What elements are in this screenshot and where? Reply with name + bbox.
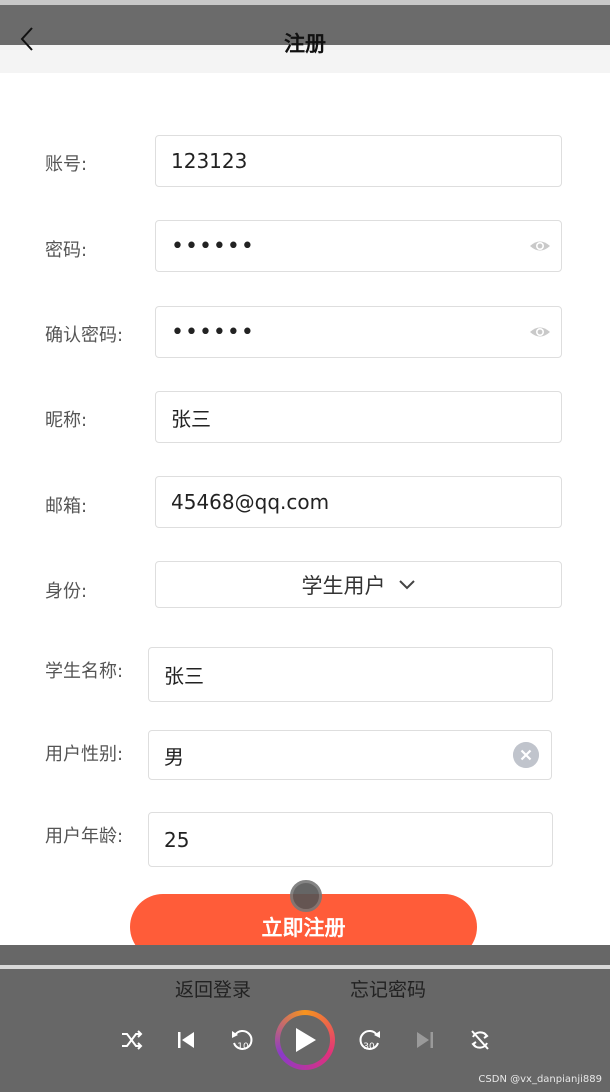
skip-previous-icon [178,1032,194,1048]
role-select[interactable]: 学生用户 [155,561,562,608]
gender-input[interactable] [149,731,551,779]
repeat-off-button[interactable] [466,1026,494,1054]
rewind-seconds-label: 10 [237,1042,249,1052]
rewind-button[interactable]: 10 [228,1026,256,1054]
email-label: 邮箱: [45,496,88,517]
skip-next-icon [417,1032,433,1048]
account-input[interactable] [156,136,561,186]
play-icon [296,1028,316,1052]
shuffle-icon [122,1030,143,1050]
player-progress-track[interactable] [0,965,610,969]
repeat-off-icon [471,1030,489,1050]
watermark-text: CSDN @vx_danpianji889 [478,1074,602,1085]
chevron-down-icon [398,579,415,589]
nickname-input[interactable] [156,392,561,442]
gender-field [148,730,552,780]
play-button[interactable] [275,1010,335,1070]
password-input[interactable] [156,221,561,271]
gender-label: 用户性别: [45,744,124,765]
role-select-value: 学生用户 [301,573,386,598]
email-field [155,476,562,528]
account-label: 账号: [45,154,88,175]
eye-icon[interactable] [529,236,551,256]
fast-forward-icon: 30 [359,1030,380,1052]
forward-seconds-label: 30 [363,1042,375,1052]
shuffle-button[interactable] [118,1026,146,1054]
confirm-password-label: 确认密码: [45,325,124,346]
nickname-field [155,391,562,443]
forgot-password-link[interactable]: 忘记密码 [350,975,426,1002]
role-label: 身份: [45,581,88,602]
forward-button[interactable]: 30 [356,1026,384,1054]
age-field [148,812,553,867]
age-input[interactable] [149,813,552,866]
confirm-password-field [155,306,562,358]
previous-button[interactable] [172,1026,200,1054]
next-button[interactable] [411,1026,439,1054]
touch-cursor-indicator [290,880,322,912]
student-name-field [148,647,553,702]
clear-icon[interactable] [513,742,539,768]
rewind-icon: 10 [232,1030,253,1052]
age-label: 用户年龄: [45,826,124,847]
confirm-password-input[interactable] [156,307,561,357]
account-field [155,135,562,187]
password-field [155,220,562,272]
back-to-login-link[interactable]: 返回登录 [175,975,251,1002]
student-name-input[interactable] [149,648,552,701]
nickname-label: 昵称: [45,410,88,431]
email-input[interactable] [156,477,561,527]
password-label: 密码: [45,240,88,261]
student-name-label: 学生名称: [45,661,124,682]
page-title: 注册 [284,32,326,56]
eye-icon[interactable] [529,322,551,342]
